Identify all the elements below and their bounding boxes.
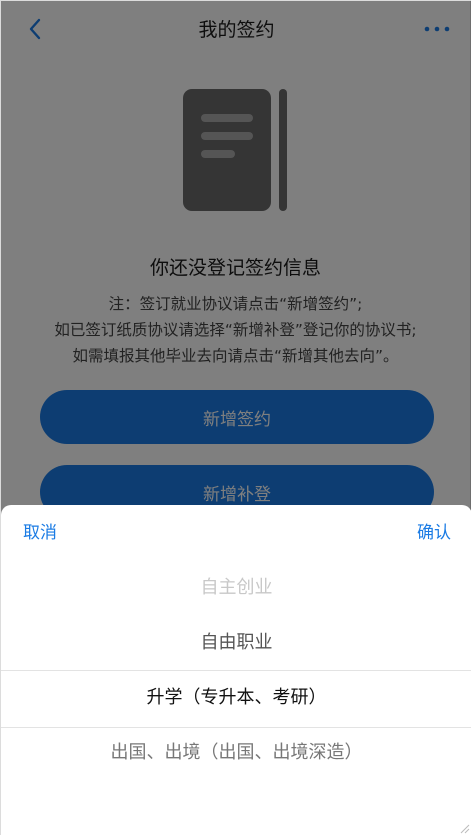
picker-sheet: 取消 确认 自主创业 自由职业 升学（专升本、考研） 出国、出境（出国、出境深造… — [1, 505, 471, 836]
picker-option-selected[interactable]: 升学（专升本、考研） — [1, 685, 471, 711]
cancel-button[interactable]: 取消 — [23, 521, 57, 545]
resize-grip-icon — [460, 824, 470, 834]
picker-option[interactable]: 自由职业 — [1, 630, 471, 656]
app-page: 我的签约 你还没登记签约信息 注：签订就业协议请点击“新增签约”; 如已签订纸质… — [0, 0, 471, 836]
picker-option[interactable]: 出国、出境（出国、出境深造） — [1, 740, 471, 766]
confirm-button[interactable]: 确认 — [417, 521, 451, 545]
picker-option[interactable]: 自主创业 — [1, 575, 471, 601]
